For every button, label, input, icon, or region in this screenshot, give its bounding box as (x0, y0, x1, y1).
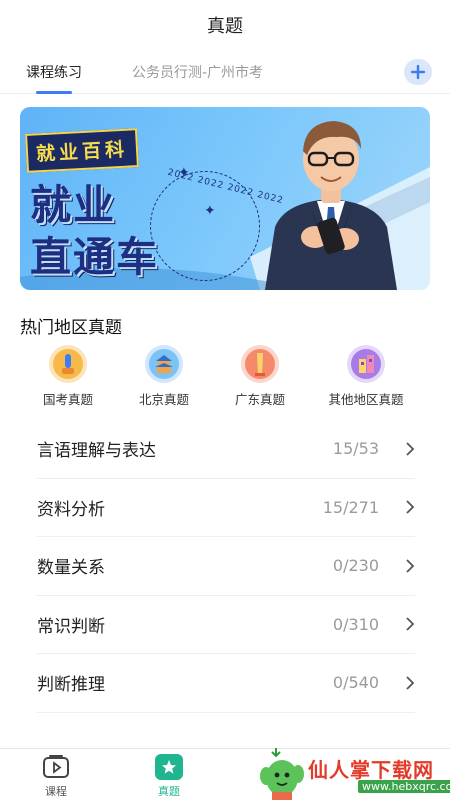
subject-name: 言语理解与表达 (37, 441, 156, 462)
tab-course-practice[interactable]: 课程练习 (26, 50, 82, 94)
region-beijing[interactable]: 北京真题 (116, 345, 212, 408)
subject-name: 数量关系 (37, 558, 105, 579)
cactus-logo-icon (260, 748, 304, 800)
chevron-right-icon (406, 676, 415, 690)
subject-list: 言语理解与表达 15/53 资料分析 15/271 数量关系 0/230 常识判… (37, 420, 415, 713)
chevron-right-icon (406, 559, 415, 573)
subject-progress: 0/230 (332, 556, 379, 576)
region-other[interactable]: 其他地区真题 (308, 345, 424, 408)
list-item[interactable]: 资料分析 15/271 (37, 479, 415, 537)
subject-progress: 15/271 (322, 497, 379, 517)
region-guangdong[interactable]: 广东真题 (212, 345, 308, 408)
region-label: 国考真题 (42, 392, 93, 407)
banner-headline-line1: 就业 (30, 181, 116, 229)
course-tabs: 课程练习 公务员行测-广州市考 (0, 50, 450, 94)
star-icon: ✦ (178, 165, 190, 181)
region-national[interactable]: 国考真题 (20, 345, 116, 408)
banner-headline-line2: 直通车 (30, 233, 159, 281)
subject-progress: 15/53 (332, 439, 379, 459)
banner-tag: 就业百科 (25, 128, 139, 173)
guangdong-tower-icon (241, 345, 279, 383)
nav-item-course[interactable]: 课程 (26, 753, 86, 799)
star-icon: ✦ (204, 203, 216, 219)
star-icon (155, 754, 183, 780)
plus-icon (411, 65, 425, 79)
tab-guangzhou-exam[interactable]: 公务员行测-广州市考 (132, 50, 263, 94)
list-item[interactable]: 常识判断 0/310 (37, 596, 415, 654)
promo-banner[interactable]: 2022 2022 2022 2022 ✦ ✦ 就业百科 就业 直通车 (20, 107, 430, 290)
page-title: 真题 (207, 16, 243, 37)
add-course-button[interactable] (404, 59, 432, 85)
banner-tag-text: 就业百科 (35, 138, 129, 166)
tab-label: 课程练习 (26, 64, 82, 81)
subject-progress: 0/310 (332, 614, 379, 634)
beijing-temple-icon (145, 345, 183, 383)
watermark-text: 仙人掌下载网 (308, 758, 434, 782)
section-title: 热门地区真题 (20, 318, 122, 338)
region-label: 北京真题 (138, 392, 189, 407)
subject-name: 判断推理 (37, 675, 105, 696)
region-label: 广东真题 (234, 392, 285, 407)
watermark-url: www.hebxqrc.com (358, 780, 450, 793)
chevron-right-icon (406, 617, 415, 631)
active-tab-indicator (36, 90, 72, 94)
chevron-right-icon (406, 442, 415, 456)
subject-name: 资料分析 (37, 499, 105, 520)
nav-label: 课程 (45, 785, 67, 798)
tab-label: 公务员行测-广州市考 (132, 64, 264, 81)
businessman-illustration (265, 121, 397, 290)
other-regions-icon (347, 345, 385, 383)
subject-progress: 0/540 (332, 673, 379, 693)
site-watermark: 仙人掌下载网 www.hebxqrc.com (258, 748, 450, 800)
list-item[interactable]: 数量关系 0/230 (37, 537, 415, 596)
nav-label: 真题 (158, 785, 180, 798)
national-exam-icon (49, 345, 87, 383)
play-icon (43, 755, 69, 778)
chevron-right-icon (406, 500, 415, 514)
subject-name: 常识判断 (37, 616, 105, 637)
region-shortcuts: 国考真题 北京真题 广东真题 其他地区真题 (20, 345, 430, 408)
app-header: 真题 (0, 0, 450, 50)
region-label: 其他地区真题 (328, 392, 404, 407)
list-item[interactable]: 言语理解与表达 15/53 (37, 420, 415, 479)
nav-item-exam[interactable]: 真题 (139, 753, 199, 799)
list-item[interactable]: 判断推理 0/540 (37, 654, 415, 713)
